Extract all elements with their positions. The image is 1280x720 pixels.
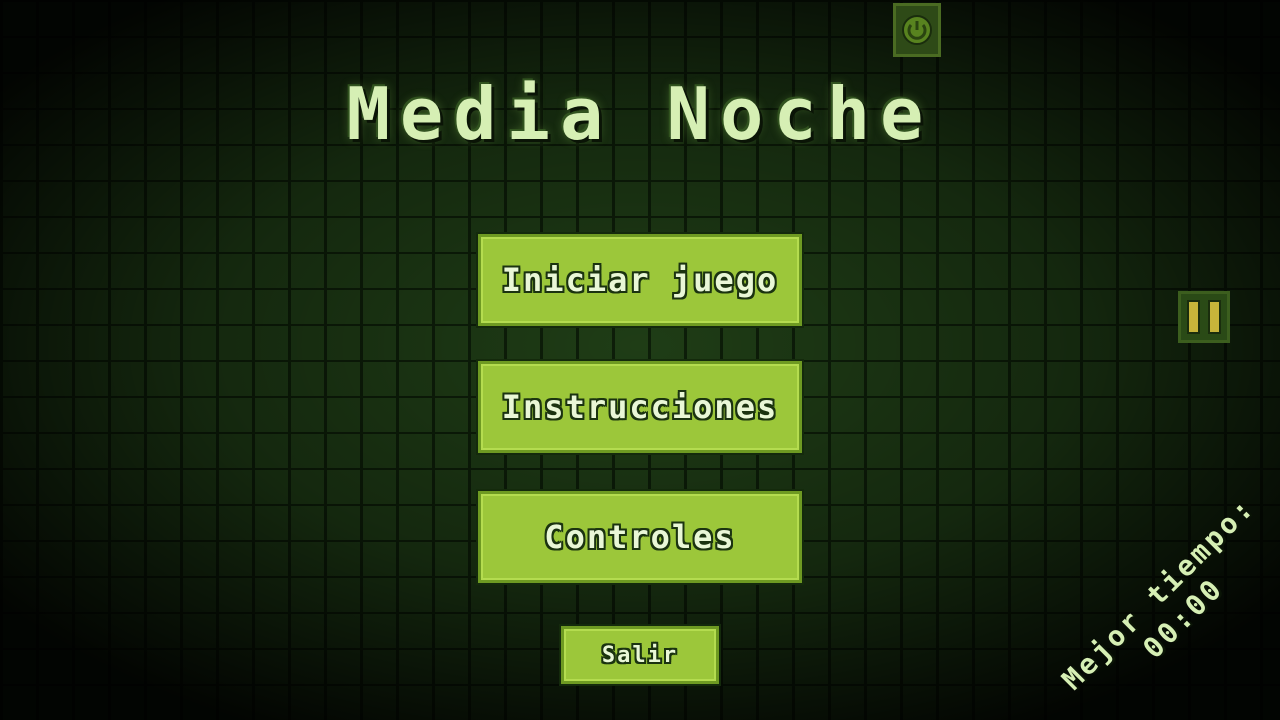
pause-bar-right [1208, 300, 1221, 334]
power-symbol [902, 15, 932, 45]
main-menu-screen: Media Noche Iniciar juego Instrucciones … [0, 0, 1280, 720]
game-title: Media Noche [346, 72, 934, 156]
exit-button[interactable]: Salir [561, 626, 719, 684]
start-game-button[interactable]: Iniciar juego [478, 234, 802, 326]
pause-bar-left [1187, 300, 1200, 334]
pause-icon[interactable] [1178, 291, 1230, 343]
power-icon[interactable] [893, 3, 941, 57]
best-time-label: Mejor tiempo: [1055, 490, 1262, 697]
best-time-display: Mejor tiempo: 00:00 [1030, 465, 1280, 720]
controls-button[interactable]: Controles [478, 491, 802, 583]
instructions-button[interactable]: Instrucciones [478, 361, 802, 453]
